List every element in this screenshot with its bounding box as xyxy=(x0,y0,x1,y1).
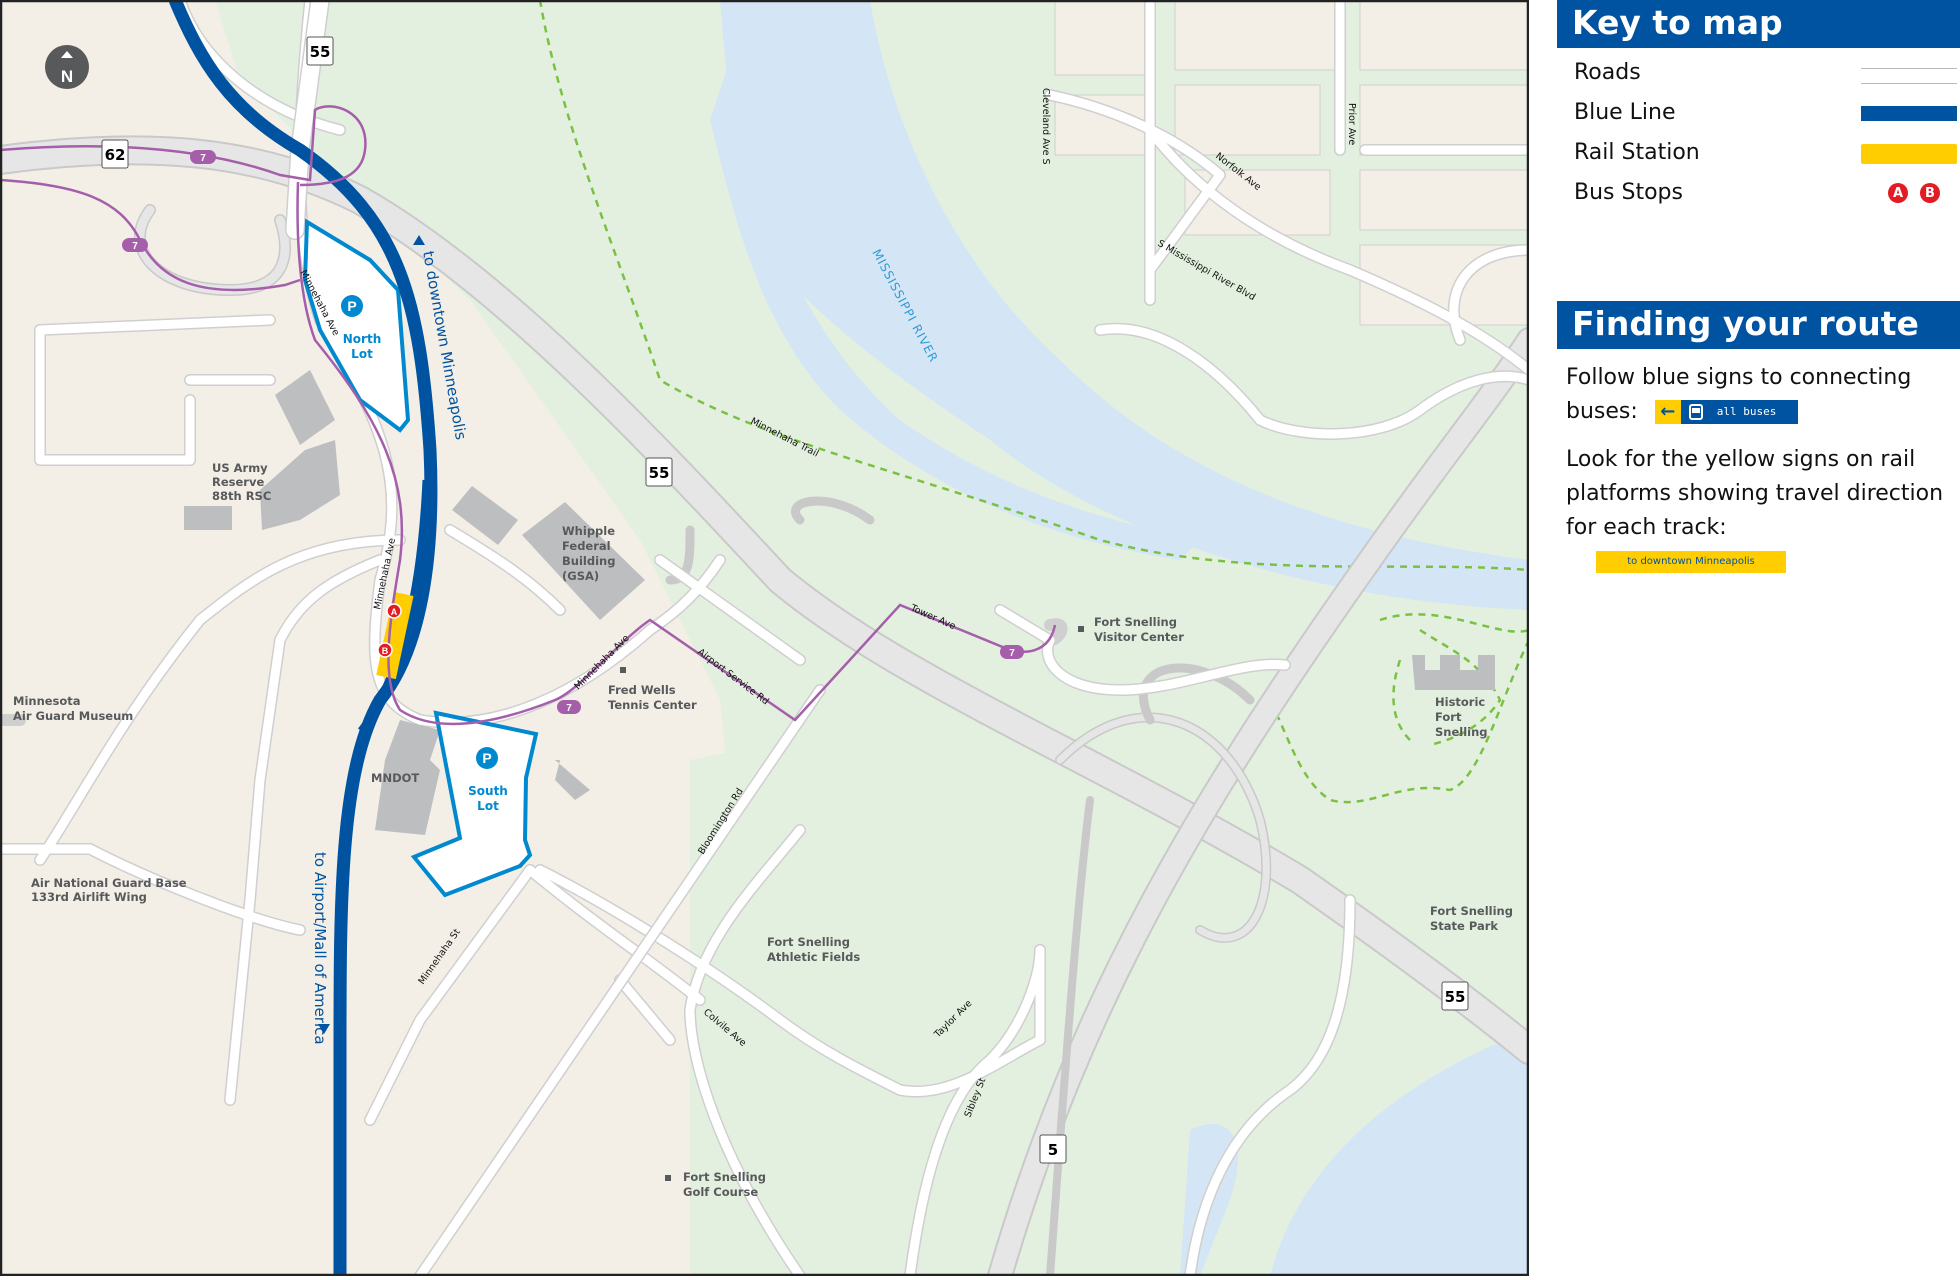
svg-text:P: P xyxy=(482,750,491,766)
label-visitor-center: Fort Snelling Visitor Center xyxy=(1078,615,1184,644)
legend-item-rail-station: Rail Station xyxy=(1574,140,1957,165)
track-direction-sign: to downtown Minneapolis xyxy=(1596,551,1786,573)
bus-stop-b-icon: B xyxy=(1920,183,1940,203)
svg-text:55: 55 xyxy=(310,43,331,61)
place-marker-icon xyxy=(620,667,626,673)
route-title: Finding your route xyxy=(1557,301,1960,349)
svg-text:Reserve: Reserve xyxy=(212,475,264,489)
svg-text:55: 55 xyxy=(1445,988,1466,1006)
svg-text:7: 7 xyxy=(566,703,572,714)
svg-text:7: 7 xyxy=(200,153,206,164)
svg-text:55: 55 xyxy=(649,464,670,482)
route-7-badge: 7 xyxy=(190,150,216,164)
route-7-badge: 7 xyxy=(122,238,148,252)
hwy-55-shield: 55 xyxy=(645,457,673,487)
label-us-army: US Army Reserve 88th RSC xyxy=(212,461,271,503)
road-swatch xyxy=(1861,68,1957,84)
key-title: Key to map xyxy=(1557,0,1960,48)
arrow-left-icon: ← xyxy=(1654,400,1681,424)
svg-text:US Army: US Army xyxy=(212,461,268,475)
route-7-badge: 7 xyxy=(1000,645,1024,659)
svg-text:State Park: State Park xyxy=(1430,919,1498,933)
svg-text:7: 7 xyxy=(1009,648,1015,659)
svg-text:Federal: Federal xyxy=(562,539,611,553)
place-marker-icon xyxy=(1078,626,1084,632)
svg-text:Air National Guard Base: Air National Guard Base xyxy=(31,876,187,890)
label-athletic-fields: Fort Snelling Athletic Fields xyxy=(767,935,860,964)
svg-text:Tennis Center: Tennis Center xyxy=(608,698,697,712)
svg-text:Visitor Center: Visitor Center xyxy=(1094,630,1184,644)
bus-stop-swatch: A B xyxy=(1888,183,1940,203)
svg-text:Snelling: Snelling xyxy=(1435,725,1488,739)
svg-text:88th RSC: 88th RSC xyxy=(212,489,271,503)
map[interactable]: MISSISSIPPI RIVER Minnehaha Trail 7 7 7 … xyxy=(0,0,1529,1276)
svg-text:62: 62 xyxy=(105,146,126,164)
rail-station-swatch xyxy=(1861,144,1957,164)
svg-text:B: B xyxy=(382,646,389,656)
bus-stop-b[interactable]: B xyxy=(377,642,393,658)
svg-text:Air Guard Museum: Air Guard Museum xyxy=(13,709,133,723)
svg-text:Athletic Fields: Athletic Fields xyxy=(767,950,860,964)
hwy-5-shield: 5 xyxy=(1039,1134,1067,1164)
north-arrow-icon: N xyxy=(45,45,89,89)
legend-item-roads: Roads xyxy=(1574,60,1957,85)
hwy-62-shield: 62 xyxy=(101,139,129,169)
svg-text:Fort: Fort xyxy=(1435,710,1462,724)
hwy-55-shield: 55 xyxy=(1441,981,1469,1011)
route-para-1: Follow blue signs to connecting buses: ←… xyxy=(1566,365,1912,424)
bus-icon xyxy=(1688,404,1703,420)
north-lot-parking-icon: P xyxy=(341,295,363,317)
north-lot-label-2: Lot xyxy=(351,347,373,361)
svg-text:Fort Snelling: Fort Snelling xyxy=(767,935,850,949)
svg-text:Fort Snelling: Fort Snelling xyxy=(1094,615,1177,629)
svg-text:P: P xyxy=(347,298,356,314)
south-lot-label: South xyxy=(468,784,508,798)
map-key: Key to map Roads Blue Line Rail Station … xyxy=(1557,0,1960,230)
bus-stop-a-icon: A xyxy=(1888,183,1908,203)
label-mndot: MNDOT xyxy=(371,771,419,785)
svg-text:Golf Course: Golf Course xyxy=(683,1185,758,1199)
svg-text:Minnesota: Minnesota xyxy=(13,694,81,708)
all-buses-sign: ← all buses xyxy=(1654,400,1799,424)
historic-fort-building xyxy=(1412,655,1495,690)
svg-text:Historic: Historic xyxy=(1435,695,1485,709)
svg-text:Building: Building xyxy=(562,554,615,568)
street-label: Cleveland Ave S xyxy=(1040,88,1051,165)
bus-stop-a[interactable]: A xyxy=(386,603,402,619)
southbound-direction: to Airport/Mall of America xyxy=(311,852,330,1045)
svg-text:A: A xyxy=(391,607,398,617)
place-marker-icon xyxy=(665,1175,671,1181)
svg-text:5: 5 xyxy=(1048,1141,1058,1159)
svg-text:Whipple: Whipple xyxy=(562,524,615,538)
legend-item-bus-stops: Bus Stops A B xyxy=(1574,180,1957,205)
north-lot-label: North xyxy=(343,332,381,346)
south-lot-parking-icon: P xyxy=(476,747,498,769)
svg-text:N: N xyxy=(61,67,73,86)
route-info: Finding your route Follow blue signs to … xyxy=(1557,301,1960,579)
svg-text:Fred Wells: Fred Wells xyxy=(608,683,676,697)
route-7-badge: 7 xyxy=(557,700,581,714)
legend-item-blue-line: Blue Line xyxy=(1574,100,1957,125)
route-para-2: Look for the yellow signs on rail platfo… xyxy=(1557,443,1960,579)
svg-text:7: 7 xyxy=(132,241,138,252)
blue-line-swatch xyxy=(1861,106,1957,121)
svg-text:Fort Snelling: Fort Snelling xyxy=(1430,904,1513,918)
south-lot-label-2: Lot xyxy=(477,799,499,813)
hwy-55-shield: 55 xyxy=(306,36,334,66)
svg-text:133rd Airlift Wing: 133rd Airlift Wing xyxy=(31,890,147,904)
svg-text:to Airport/Mall of America: to Airport/Mall of America xyxy=(311,852,329,1045)
svg-text:Fort Snelling: Fort Snelling xyxy=(683,1170,766,1184)
svg-text:(GSA): (GSA) xyxy=(562,569,599,583)
street-label: Prior Ave xyxy=(1346,103,1357,145)
